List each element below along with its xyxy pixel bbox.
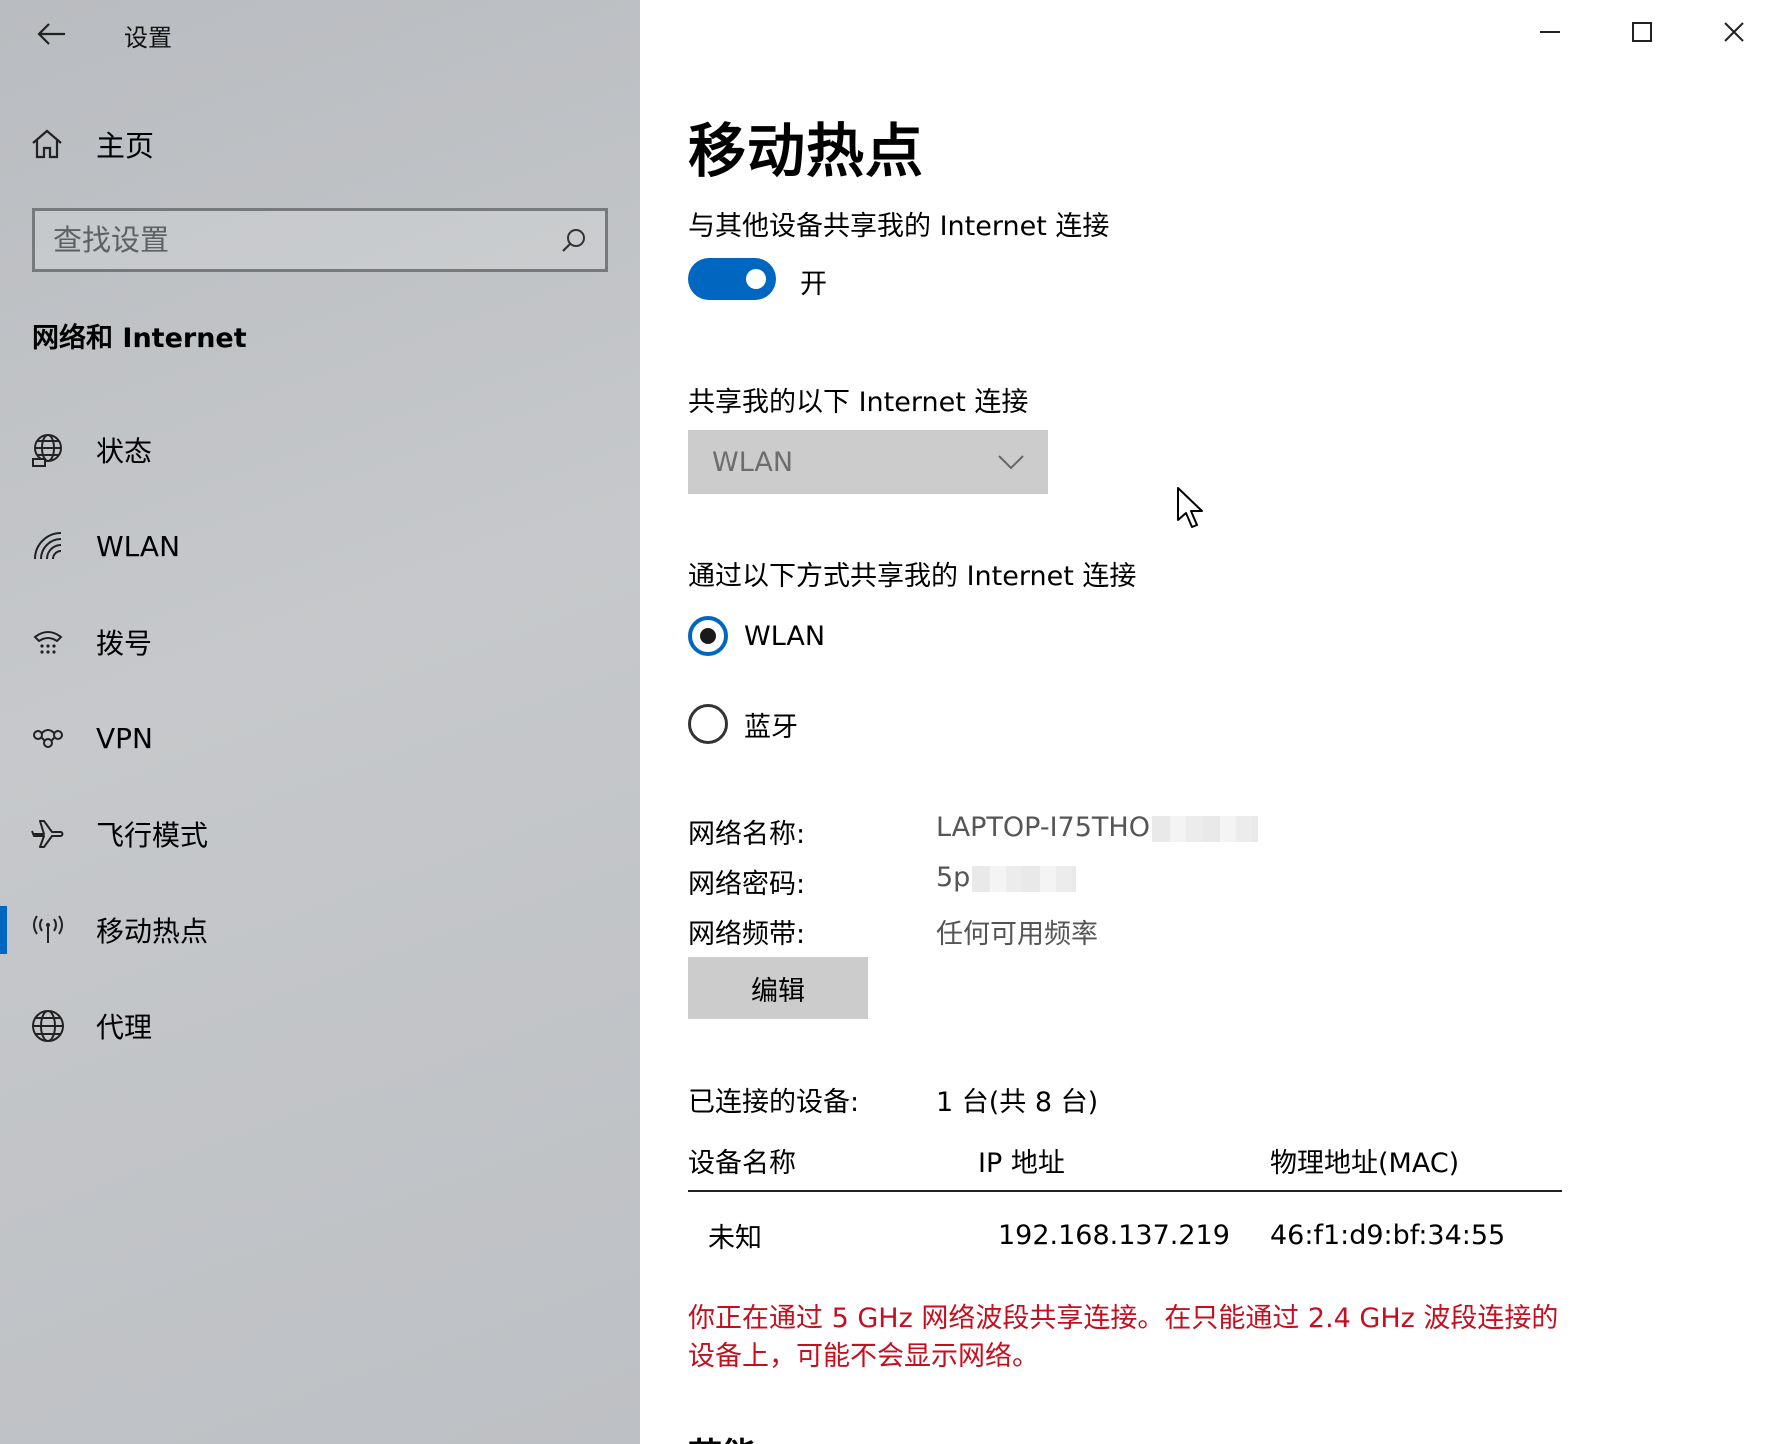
radio-bluetooth[interactable]: 蓝牙 <box>688 704 798 744</box>
connected-devices-row: 已连接的设备: 1 台(共 8 台) <box>688 1080 1098 1119</box>
network-band-label: 网络频带: <box>688 919 806 950</box>
page-title: 移动热点 <box>688 117 925 185</box>
chevron-down-icon <box>998 455 1024 470</box>
band-warning-line1: 你正在通过 5 GHz 网络波段共享连接。在只能通过 2.4 GHz 波段连接的 <box>688 1303 1559 1334</box>
nav-home[interactable]: 主页 <box>30 122 154 166</box>
devices-table: 设备名称 IP 地址 物理地址(MAC) 未知 192.168.137.219 … <box>688 1130 1562 1278</box>
band-warning: 你正在通过 5 GHz 网络波段共享连接。在只能通过 2.4 GHz 波段连接的… <box>688 1300 1568 1376</box>
share-over-label: 通过以下方式共享我的 Internet 连接 <box>688 561 1137 592</box>
toggle-state-label: 开 <box>800 269 827 300</box>
sidebar-item-label: 拨号 <box>96 627 153 660</box>
airplane-icon <box>30 816 66 852</box>
close-icon <box>1724 22 1744 42</box>
search-icon[interactable] <box>561 227 587 253</box>
column-header-mac: 物理地址(MAC) <box>1270 1147 1460 1179</box>
table-row: 未知 192.168.137.219 46:f1:d9:bf:34:55 <box>688 1192 1562 1278</box>
vpn-icon <box>30 720 66 756</box>
radio-wlan[interactable]: WLAN <box>688 616 825 656</box>
home-icon <box>32 129 62 159</box>
device-name-cell: 未知 <box>708 1222 762 1254</box>
table-header: 设备名称 IP 地址 物理地址(MAC) <box>688 1130 1562 1192</box>
connected-devices-count: 1 台(共 8 台) <box>936 1087 1099 1118</box>
caption-buttons <box>1504 0 1780 64</box>
radio-bluetooth-label: 蓝牙 <box>744 711 798 743</box>
share-from-value: WLAN <box>712 446 794 478</box>
share-from-label: 共享我的以下 Internet 连接 <box>688 387 1029 418</box>
globe-icon <box>30 1008 66 1044</box>
sidebar: 设置 主页 网络和 Internet 状态 WLAN <box>0 0 640 1444</box>
edit-button[interactable]: 编辑 <box>688 957 868 1019</box>
network-password-value: 5p <box>936 862 1077 901</box>
radio-wlan-label: WLAN <box>744 620 826 652</box>
close-button[interactable] <box>1688 0 1780 64</box>
sidebar-item-hotspot[interactable]: 移动热点 <box>0 882 640 978</box>
network-band-value: 任何可用频率 <box>936 919 1098 950</box>
share-label: 与其他设备共享我的 Internet 连接 <box>688 211 1110 242</box>
network-name-row: 网络名称: LAPTOP-I75THO <box>688 812 1258 851</box>
wifi-icon <box>30 528 66 564</box>
section-title: 网络和 Internet <box>32 323 247 354</box>
redaction-mask <box>1151 815 1258 842</box>
column-header-device-name: 设备名称 <box>688 1147 796 1179</box>
sidebar-item-wlan[interactable]: WLAN <box>0 498 640 594</box>
maximize-icon <box>1632 22 1652 42</box>
sidebar-item-label: 状态 <box>96 435 153 468</box>
sidebar-item-label: VPN <box>96 721 153 755</box>
globe-status-icon <box>30 432 66 468</box>
hotspot-toggle[interactable] <box>688 258 776 300</box>
back-arrow-icon <box>37 23 65 45</box>
window-title: 设置 <box>124 24 172 52</box>
sidebar-item-airplane[interactable]: 飞行模式 <box>0 786 640 882</box>
network-name-value: LAPTOP-I75THO <box>936 812 1258 851</box>
nav-list: 状态 WLAN 拨号 VPN 飞行模式 移动热点 代理 <box>0 402 640 1074</box>
network-band-row: 网络频带: 任何可用频率 <box>688 912 1098 951</box>
sidebar-item-dialup[interactable]: 拨号 <box>0 594 640 690</box>
connected-devices-label: 已连接的设备: <box>688 1087 860 1118</box>
radio-bluetooth-circle[interactable] <box>688 704 728 744</box>
band-warning-line2: 设备上，可能不会显示网络。 <box>688 1341 1039 1372</box>
device-mac-cell: 46:f1:d9:bf:34:55 <box>1270 1219 1506 1251</box>
network-password-label: 网络密码: <box>688 869 806 900</box>
radio-wlan-circle[interactable] <box>688 616 728 656</box>
back-button[interactable] <box>30 14 74 54</box>
column-header-ip: IP 地址 <box>978 1147 1065 1179</box>
search-input[interactable] <box>53 223 561 257</box>
device-ip-cell: 192.168.137.219 <box>998 1219 1230 1251</box>
sidebar-item-proxy[interactable]: 代理 <box>0 978 640 1074</box>
minimize-icon <box>1540 31 1560 33</box>
sidebar-item-label: 移动热点 <box>96 915 209 948</box>
sidebar-item-vpn[interactable]: VPN <box>0 690 640 786</box>
hotspot-icon <box>30 912 66 948</box>
network-name-label: 网络名称: <box>688 819 806 850</box>
network-password-text: 5p <box>936 862 971 893</box>
maximize-button[interactable] <box>1596 0 1688 64</box>
sidebar-item-status[interactable]: 状态 <box>0 402 640 498</box>
network-name-text: LAPTOP-I75THO <box>936 812 1150 843</box>
share-from-dropdown[interactable]: WLAN <box>688 430 1048 494</box>
main-content: 移动热点 与其他设备共享我的 Internet 连接 开 共享我的以下 Inte… <box>640 0 1780 1444</box>
search-box[interactable] <box>32 208 608 272</box>
sidebar-item-label: WLAN <box>96 529 181 563</box>
sidebar-item-label: 代理 <box>96 1011 153 1044</box>
home-label: 主页 <box>96 129 155 163</box>
dialup-icon <box>30 624 66 660</box>
network-password-row: 网络密码: 5p <box>688 862 1077 901</box>
sidebar-item-label: 飞行模式 <box>96 819 209 852</box>
redaction-mask <box>972 865 1077 892</box>
minimize-button[interactable] <box>1504 0 1596 64</box>
power-saving-heading: 节能 <box>688 1428 756 1444</box>
mouse-cursor-icon <box>1177 487 1203 528</box>
